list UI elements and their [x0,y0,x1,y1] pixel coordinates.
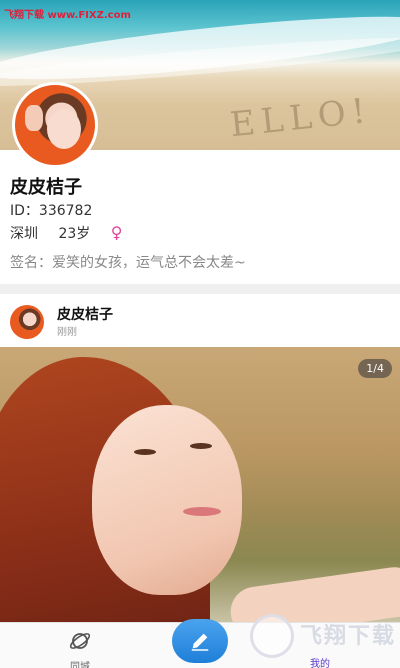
nav-city-label: 同城 [70,662,90,668]
profile-signature: 签名：爱笑的女孩，运气总不会太差~ [10,255,246,271]
sand-writing: ELLO! [228,90,374,146]
avatar-hand [25,105,43,131]
profile-name: 皮皮桔子 [10,177,82,198]
post-photo[interactable]: 1/4 [0,347,400,622]
post-author-name[interactable]: 皮皮桔子 [57,304,113,324]
post-author-avatar[interactable] [10,305,44,339]
watermark-text: 飞翔下载 www.FIXZ.com [4,10,131,21]
profile-meta: 深圳 23岁 ♀ [10,223,138,243]
section-divider [0,284,400,294]
watermark-logo: 飞翔下载 [250,612,400,668]
profile-age: 23岁 [58,226,91,242]
watermark-brand: 飞翔下载 [300,624,397,649]
pencil-icon [191,633,209,651]
avatar-face [47,109,81,149]
image-counter-badge: 1/4 [358,359,392,378]
nav-tab-city[interactable]: 同城 [55,623,105,668]
photo-lips [183,507,221,516]
post-new-button[interactable] [172,619,228,663]
profile-city: 深圳 [10,226,38,242]
photo-eye [190,443,212,449]
photo-face [92,405,242,595]
profile-id: ID：336782 [10,203,93,219]
profile-avatar[interactable] [12,82,98,168]
logo-circle-icon [250,614,294,658]
planet-icon [69,633,91,649]
photo-eye [134,449,156,455]
female-icon: ♀ [110,223,123,242]
post-timestamp: 刚刚 [57,327,77,338]
